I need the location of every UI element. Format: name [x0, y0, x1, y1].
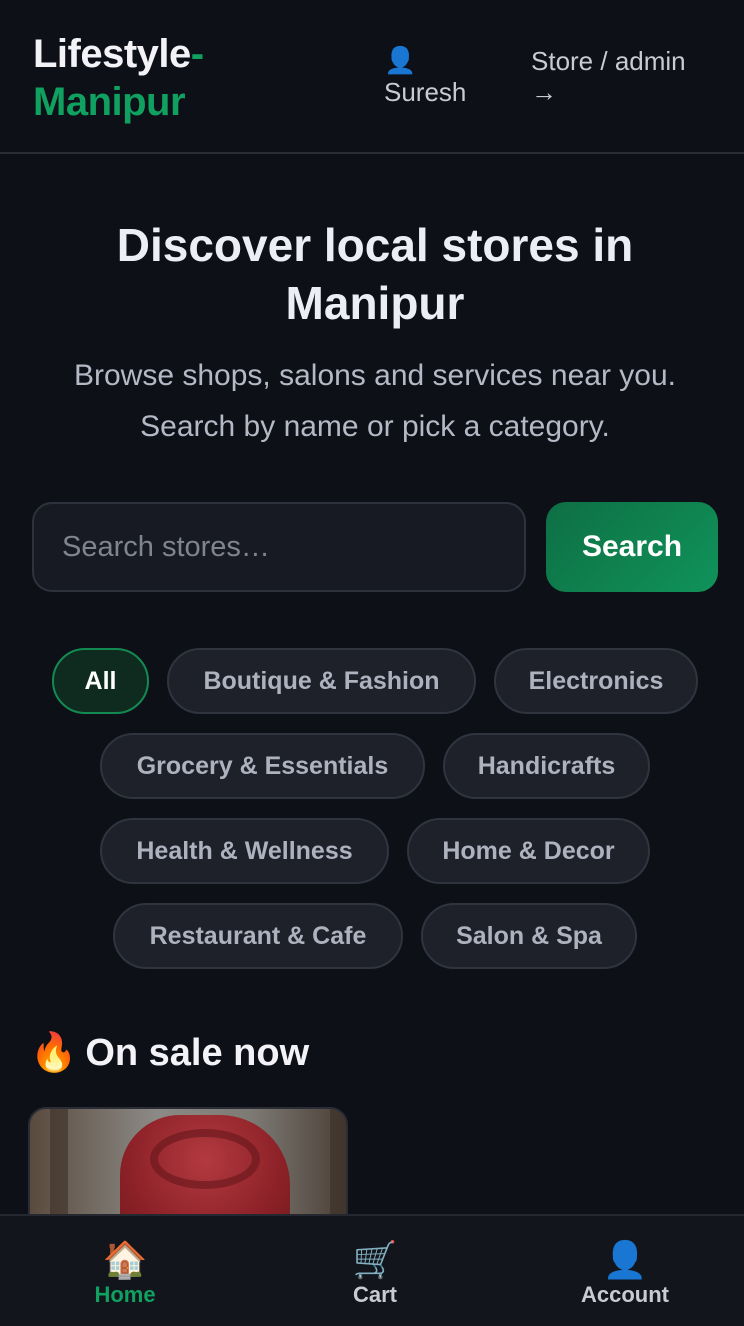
category-chip-boutique-fashion[interactable]: Boutique & Fashion: [167, 648, 476, 714]
fire-icon: 🔥: [30, 1032, 78, 1074]
nav-cart-label: Cart: [352, 1282, 397, 1307]
category-chip-health-wellness[interactable]: Health & Wellness: [100, 818, 389, 884]
on-sale-heading: 🔥 On sale now: [30, 1026, 309, 1080]
category-chip-electronics[interactable]: Electronics: [494, 648, 698, 714]
category-chip-handicrafts[interactable]: Handicrafts: [443, 733, 650, 799]
category-chip-all[interactable]: All: [52, 648, 149, 714]
category-chip-salon-spa[interactable]: Salon & Spa: [421, 903, 637, 969]
user-menu[interactable]: 👤 Suresh: [384, 44, 494, 108]
nav-home[interactable]: 🏠 Home: [35, 1216, 215, 1326]
brand-name-part2: Manipur: [33, 80, 186, 124]
brand-logo[interactable]: Lifestyle- Manipur: [33, 30, 204, 126]
cart-icon: 🛒: [352, 1239, 398, 1280]
search-input[interactable]: [32, 502, 526, 592]
nav-cart[interactable]: 🛒 Cart: [285, 1216, 465, 1326]
category-chip-home-decor[interactable]: Home & Decor: [407, 818, 650, 884]
brand-dash: -: [190, 32, 204, 76]
nav-home-label: Home: [94, 1282, 156, 1307]
nav-account[interactable]: 👤 Account: [535, 1216, 715, 1326]
brand-name-part1: Lifestyle: [33, 32, 191, 76]
bottom-nav: 🏠 Home 🛒 Cart 👤 Account: [0, 1214, 744, 1326]
category-chip-grocery-essentials[interactable]: Grocery & Essentials: [100, 733, 425, 799]
store-admin-label: Store / admin: [531, 46, 686, 76]
search-button[interactable]: Search: [546, 502, 718, 592]
nav-account-label: Account: [581, 1282, 669, 1307]
store-admin-link[interactable]: Store / admin →: [531, 46, 721, 108]
user-icon: 👤: [384, 45, 417, 75]
page: Lifestyle- Manipur 👤 Suresh Store / admi…: [0, 0, 744, 1326]
product-image-scarf-fold: [150, 1129, 260, 1189]
account-icon: 👤: [602, 1239, 648, 1280]
on-sale-title: On sale now: [85, 1032, 310, 1074]
category-chip-restaurant-cafe[interactable]: Restaurant & Cafe: [113, 903, 403, 969]
hero-subtitle: Browse shops, salons and services near y…: [74, 359, 676, 443]
arrow-right-icon: →: [531, 77, 557, 107]
hero-title: Discover local stores in Manipur: [116, 219, 634, 329]
app-header: Lifestyle- Manipur 👤 Suresh Store / admi…: [0, 0, 744, 154]
home-icon: 🏠: [102, 1239, 148, 1280]
user-name: Suresh: [384, 77, 467, 107]
